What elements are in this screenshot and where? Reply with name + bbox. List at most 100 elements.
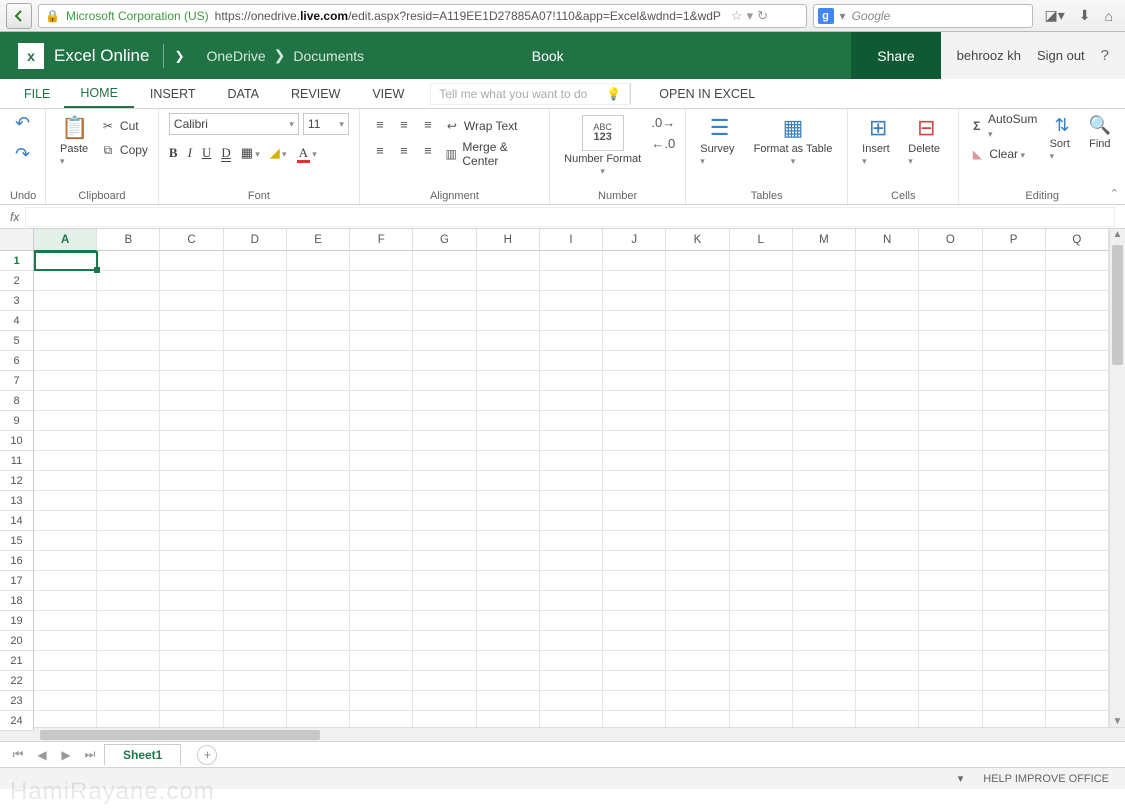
row-header-11[interactable]: 11 — [0, 451, 34, 471]
tab-view[interactable]: VIEW — [356, 79, 420, 108]
cell[interactable] — [477, 351, 540, 371]
cell[interactable] — [224, 591, 287, 611]
cell[interactable] — [160, 271, 223, 291]
cell[interactable] — [160, 551, 223, 571]
cell[interactable] — [287, 591, 350, 611]
share-button[interactable]: Share — [851, 32, 940, 79]
cell[interactable] — [224, 271, 287, 291]
cell[interactable] — [540, 431, 603, 451]
font-name-select[interactable]: Calibri▾ — [169, 113, 299, 135]
cell[interactable] — [666, 391, 729, 411]
survey-button[interactable]: ☰Survey — [696, 113, 743, 169]
row-header-16[interactable]: 16 — [0, 551, 34, 571]
row-header-15[interactable]: 15 — [0, 531, 34, 551]
cell[interactable] — [666, 611, 729, 631]
cell[interactable] — [160, 611, 223, 631]
cell[interactable] — [413, 391, 476, 411]
cell[interactable] — [34, 531, 97, 551]
paste-button[interactable]: 📋 Paste — [56, 113, 94, 169]
cell[interactable] — [856, 311, 919, 331]
cell[interactable] — [919, 611, 982, 631]
cell[interactable] — [97, 371, 160, 391]
cell[interactable] — [666, 271, 729, 291]
cell[interactable] — [160, 631, 223, 651]
cell[interactable] — [287, 431, 350, 451]
cell[interactable] — [97, 451, 160, 471]
cell[interactable] — [350, 311, 413, 331]
undo-button[interactable]: ↶ — [15, 113, 30, 134]
cell[interactable] — [856, 651, 919, 671]
reload-icon[interactable]: ↻ — [757, 8, 768, 24]
cell[interactable] — [34, 631, 97, 651]
cell[interactable] — [540, 351, 603, 371]
cell[interactable] — [856, 611, 919, 631]
cell[interactable] — [603, 451, 666, 471]
col-header-G[interactable]: G — [413, 229, 476, 251]
cell[interactable] — [160, 531, 223, 551]
cell[interactable] — [1046, 551, 1109, 571]
cell[interactable] — [477, 431, 540, 451]
cell[interactable] — [666, 551, 729, 571]
cell[interactable] — [856, 711, 919, 727]
cell[interactable] — [477, 571, 540, 591]
cell[interactable] — [856, 571, 919, 591]
cell[interactable] — [477, 611, 540, 631]
cell[interactable] — [730, 411, 793, 431]
cell[interactable] — [224, 551, 287, 571]
address-bar[interactable]: 🔒 Microsoft Corporation (US) https://one… — [38, 4, 807, 28]
cell[interactable] — [983, 331, 1046, 351]
cell[interactable] — [730, 591, 793, 611]
formula-input[interactable] — [25, 207, 1115, 227]
cell[interactable] — [540, 251, 603, 271]
cell[interactable] — [666, 431, 729, 451]
cell[interactable] — [224, 431, 287, 451]
cell[interactable] — [477, 371, 540, 391]
cell[interactable] — [97, 331, 160, 351]
cell[interactable] — [160, 411, 223, 431]
cell[interactable] — [413, 571, 476, 591]
cell[interactable] — [540, 631, 603, 651]
cell[interactable] — [919, 651, 982, 671]
delete-cells-button[interactable]: ⊟Delete — [904, 113, 948, 169]
cell[interactable] — [983, 391, 1046, 411]
cell[interactable] — [540, 411, 603, 431]
vertical-scrollbar[interactable]: ▲ ▼ — [1109, 229, 1125, 727]
tell-me-input[interactable]: Tell me what you want to do 💡 — [430, 83, 630, 105]
cell[interactable] — [919, 411, 982, 431]
cell[interactable] — [160, 431, 223, 451]
cell[interactable] — [1046, 271, 1109, 291]
cell[interactable] — [224, 571, 287, 591]
cell[interactable] — [919, 671, 982, 691]
cell[interactable] — [666, 351, 729, 371]
cell[interactable] — [1046, 411, 1109, 431]
cell[interactable] — [540, 671, 603, 691]
cell[interactable] — [603, 411, 666, 431]
cell[interactable] — [919, 551, 982, 571]
font-size-select[interactable]: 11▾ — [303, 113, 349, 135]
cell[interactable] — [983, 351, 1046, 371]
cell[interactable] — [97, 671, 160, 691]
col-header-Q[interactable]: Q — [1046, 229, 1109, 251]
cell[interactable] — [666, 691, 729, 711]
row-header-3[interactable]: 3 — [0, 291, 34, 311]
cell[interactable] — [224, 411, 287, 431]
fill-color-button[interactable]: ◢ — [270, 145, 287, 161]
cell[interactable] — [856, 331, 919, 351]
cell[interactable] — [34, 591, 97, 611]
row-header-5[interactable]: 5 — [0, 331, 34, 351]
cell[interactable] — [983, 451, 1046, 471]
cell[interactable] — [540, 311, 603, 331]
cell[interactable] — [224, 611, 287, 631]
tab-home[interactable]: HOME — [64, 79, 134, 108]
cell[interactable] — [793, 371, 856, 391]
cell[interactable] — [97, 351, 160, 371]
row-header-17[interactable]: 17 — [0, 571, 34, 591]
cell[interactable] — [413, 411, 476, 431]
cell[interactable] — [603, 251, 666, 271]
cell[interactable] — [287, 351, 350, 371]
cell[interactable] — [540, 711, 603, 727]
cell[interactable] — [160, 251, 223, 271]
cell[interactable] — [160, 371, 223, 391]
cell[interactable] — [793, 451, 856, 471]
tab-file[interactable]: FILE — [10, 79, 64, 108]
